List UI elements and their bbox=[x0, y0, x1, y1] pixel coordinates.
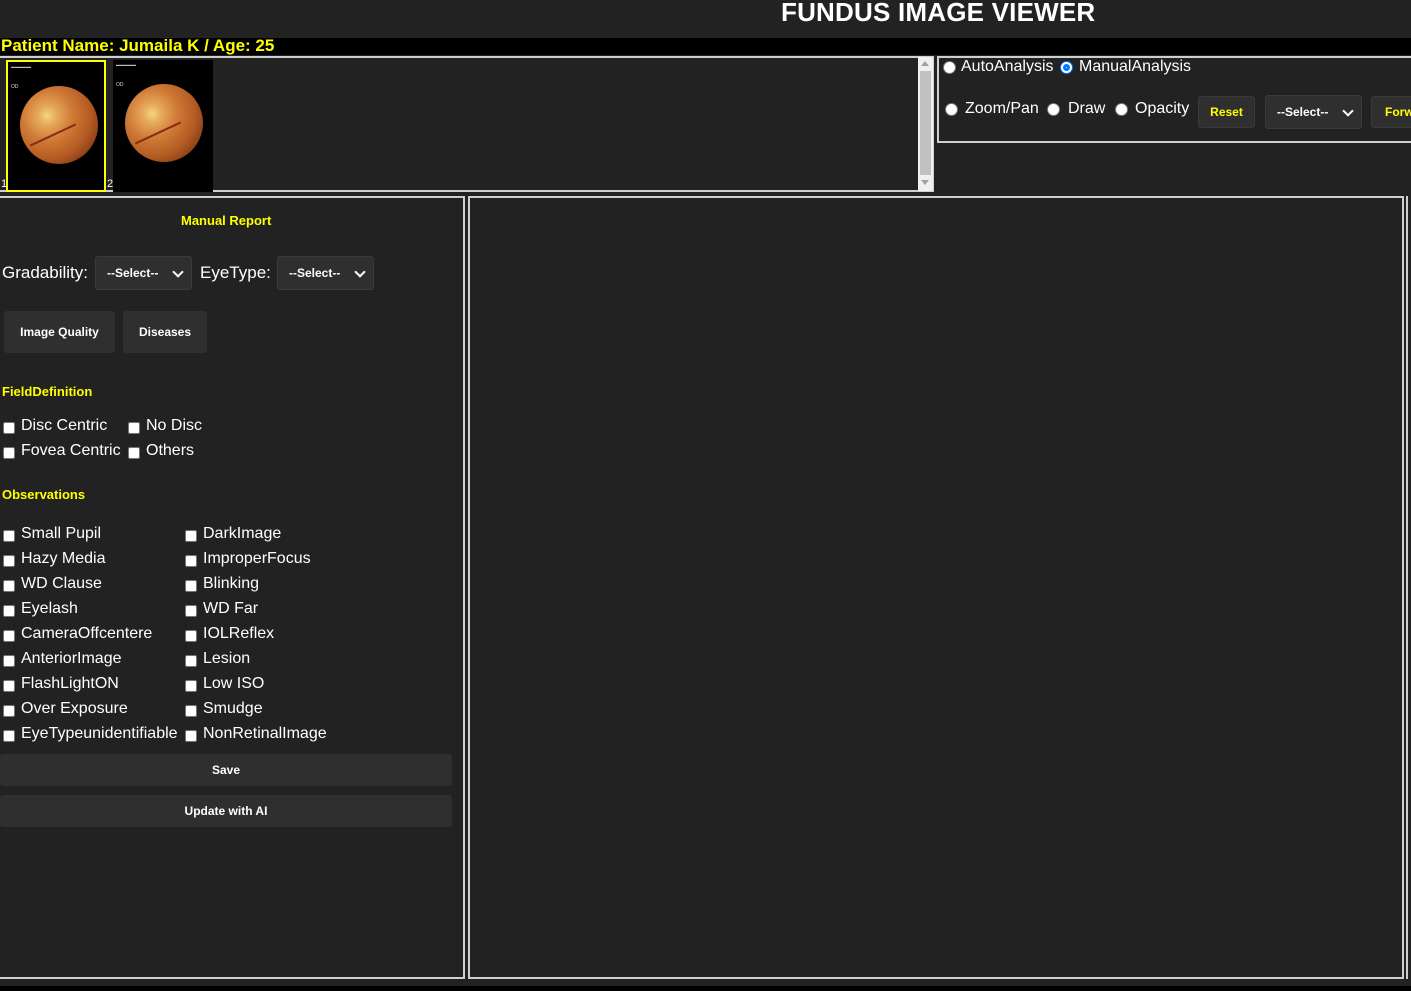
scroll-thumb[interactable] bbox=[920, 71, 931, 175]
auto-analysis-label[interactable]: AutoAnalysis bbox=[961, 58, 1054, 76]
wd-far-checkbox[interactable] bbox=[185, 605, 197, 617]
thumbnail-1[interactable]: ▬▬▬▬▬ OD bbox=[6, 60, 106, 192]
thumbnail-eye-label: OD bbox=[116, 82, 124, 88]
darkimage-checkbox[interactable] bbox=[185, 530, 197, 542]
fovea-centric-checkbox[interactable] bbox=[3, 447, 15, 459]
improperfocus-label[interactable]: ImproperFocus bbox=[203, 550, 311, 568]
zoom-pan-radio[interactable] bbox=[945, 103, 958, 116]
flashlighton-checkbox[interactable] bbox=[3, 680, 15, 692]
nonretinalimage-checkbox[interactable] bbox=[185, 730, 197, 742]
blinking-checkbox[interactable] bbox=[185, 580, 197, 592]
patient-info: Patient Name: Jumaila K / Age: 25 bbox=[1, 36, 275, 55]
fovea-centric-label[interactable]: Fovea Centric bbox=[21, 442, 121, 460]
iolreflex-checkbox[interactable] bbox=[185, 630, 197, 642]
gradability-select-value: --Select-- bbox=[107, 266, 159, 280]
eyetype-select[interactable]: --Select-- bbox=[277, 256, 374, 290]
panel-divider bbox=[1406, 196, 1408, 979]
flashlighton-label[interactable]: FlashLightON bbox=[21, 675, 119, 693]
no-disc-checkbox[interactable] bbox=[128, 422, 140, 434]
thumbnail-eye-label: OD bbox=[11, 84, 19, 90]
gradability-label: Gradability: bbox=[2, 263, 88, 282]
over-exposure-checkbox[interactable] bbox=[3, 705, 15, 717]
blinking-label[interactable]: Blinking bbox=[203, 575, 259, 593]
gradability-select[interactable]: --Select-- bbox=[95, 256, 192, 290]
opacity-radio[interactable] bbox=[1115, 103, 1128, 116]
low-iso-checkbox[interactable] bbox=[185, 680, 197, 692]
hazy-media-label[interactable]: Hazy Media bbox=[21, 550, 105, 568]
field-definition-title: FieldDefinition bbox=[2, 384, 93, 399]
small-pupil-checkbox[interactable] bbox=[3, 530, 15, 542]
update-with-ai-button[interactable]: Update with AI bbox=[0, 795, 452, 827]
over-exposure-label[interactable]: Over Exposure bbox=[21, 700, 128, 718]
scroll-up-arrow-icon[interactable] bbox=[921, 61, 929, 66]
auto-analysis-radio[interactable] bbox=[943, 61, 956, 74]
darkimage-label[interactable]: DarkImage bbox=[203, 525, 281, 543]
hazy-media-checkbox[interactable] bbox=[3, 555, 15, 567]
manual-analysis-radio[interactable] bbox=[1060, 61, 1073, 74]
fundus-image bbox=[125, 84, 203, 162]
cameraoffcentere-checkbox[interactable] bbox=[3, 630, 15, 642]
eyetypeunidentifiable-label[interactable]: EyeTypeunidentifiable bbox=[21, 725, 178, 743]
nonretinalimage-label[interactable]: NonRetinalImage bbox=[203, 725, 327, 743]
iolreflex-label[interactable]: IOLReflex bbox=[203, 625, 274, 643]
others-label[interactable]: Others bbox=[146, 442, 194, 460]
report-title: Manual Report bbox=[181, 213, 272, 228]
zoom-pan-label[interactable]: Zoom/Pan bbox=[965, 100, 1039, 118]
observations-title: Observations bbox=[2, 487, 86, 502]
low-iso-label[interactable]: Low ISO bbox=[203, 675, 264, 693]
opacity-label[interactable]: Opacity bbox=[1135, 100, 1189, 118]
chevron-down-icon bbox=[1342, 105, 1354, 117]
title-bar bbox=[0, 0, 1411, 38]
no-disc-label[interactable]: No Disc bbox=[146, 417, 202, 435]
smudge-label[interactable]: Smudge bbox=[203, 700, 263, 718]
eyetype-select-value: --Select-- bbox=[289, 266, 341, 280]
thumbnail-strip: ▬▬▬▬▬ OD ▬▬▬▬▬ OD bbox=[0, 56, 934, 192]
eyetypeunidentifiable-checkbox[interactable] bbox=[3, 730, 15, 742]
tool-panel: AutoAnalysis ManualAnalysis Zoom/Pan Dra… bbox=[937, 56, 1411, 143]
smudge-checkbox[interactable] bbox=[185, 705, 197, 717]
disc-centric-checkbox[interactable] bbox=[3, 422, 15, 434]
lesion-label[interactable]: Lesion bbox=[203, 650, 250, 668]
bottom-bar bbox=[0, 986, 1411, 991]
thumbnail-number: 1 bbox=[1, 178, 8, 190]
wd-clause-checkbox[interactable] bbox=[3, 580, 15, 592]
reset-button[interactable]: Reset bbox=[1198, 96, 1255, 128]
eyetype-label: EyeType: bbox=[200, 263, 271, 282]
improperfocus-checkbox[interactable] bbox=[185, 555, 197, 567]
thumbnail-2[interactable]: ▬▬▬▬▬ OD bbox=[113, 60, 213, 192]
eyelash-checkbox[interactable] bbox=[3, 605, 15, 617]
chevron-down-icon bbox=[354, 266, 366, 278]
tab-image-quality[interactable]: Image Quality bbox=[4, 311, 115, 353]
draw-radio[interactable] bbox=[1047, 103, 1060, 116]
thumbnail-scrollbar[interactable] bbox=[918, 57, 933, 191]
eyelash-label[interactable]: Eyelash bbox=[21, 600, 78, 618]
save-button[interactable]: Save bbox=[0, 754, 452, 786]
chevron-down-icon bbox=[172, 266, 184, 278]
toolbar-select-value: --Select-- bbox=[1277, 105, 1329, 119]
thumbnail-number: 2 bbox=[107, 178, 114, 190]
lesion-checkbox[interactable] bbox=[185, 655, 197, 667]
cameraoffcentere-label[interactable]: CameraOffcentere bbox=[21, 625, 152, 643]
app-title: FUNDUS IMAGE VIEWER bbox=[781, 0, 1096, 27]
toolbar-select[interactable]: --Select-- bbox=[1265, 95, 1362, 129]
thumbnail-caption-text: ▬▬▬▬▬ bbox=[116, 62, 136, 67]
wd-clause-label[interactable]: WD Clause bbox=[21, 575, 102, 593]
manual-report-panel: Manual Report Gradability: --Select-- Ey… bbox=[0, 196, 465, 979]
others-checkbox[interactable] bbox=[128, 447, 140, 459]
tab-diseases[interactable]: Diseases bbox=[123, 311, 207, 353]
thumbnail-caption-text: ▬▬▬▬▬ bbox=[11, 64, 31, 69]
draw-label[interactable]: Draw bbox=[1068, 100, 1105, 118]
wd-far-label[interactable]: WD Far bbox=[203, 600, 258, 618]
forward-button[interactable]: Forw bbox=[1371, 96, 1411, 128]
image-viewer-canvas[interactable] bbox=[468, 196, 1404, 979]
disc-centric-label[interactable]: Disc Centric bbox=[21, 417, 107, 435]
scroll-down-arrow-icon[interactable] bbox=[921, 180, 929, 185]
anteriorimage-label[interactable]: AnteriorImage bbox=[21, 650, 122, 668]
anteriorimage-checkbox[interactable] bbox=[3, 655, 15, 667]
manual-analysis-label[interactable]: ManualAnalysis bbox=[1079, 58, 1191, 76]
fundus-image bbox=[20, 86, 98, 164]
small-pupil-label[interactable]: Small Pupil bbox=[21, 525, 101, 543]
